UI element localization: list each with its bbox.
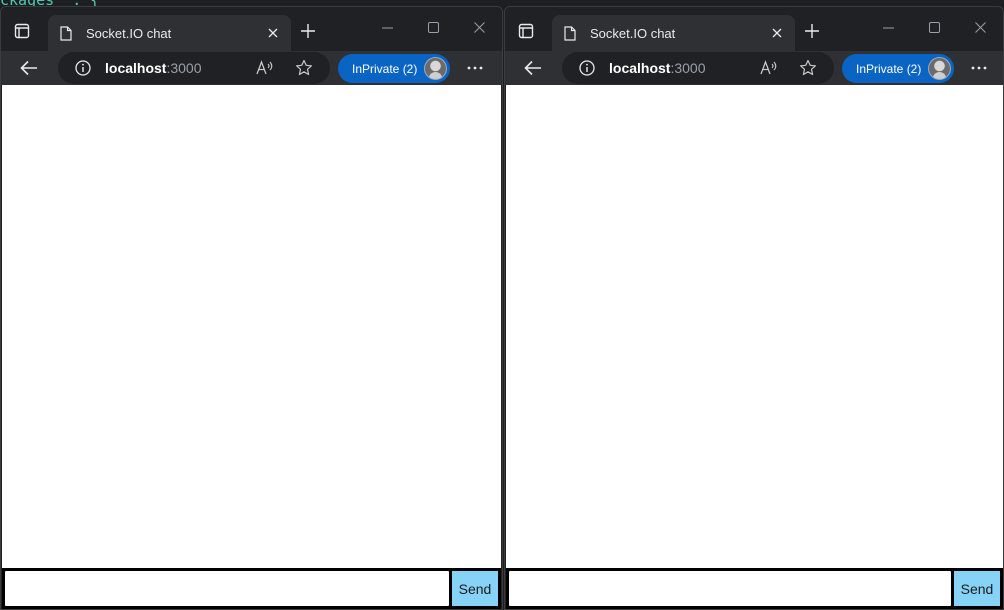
url-port: :3000 [166,60,202,76]
tab-title: Socket.IO chat [86,25,172,41]
page-icon [60,25,76,41]
profile-avatar [928,57,951,80]
inprivate-label: InPrivate (2) [856,61,922,76]
tab-actions-icon[interactable] [11,20,33,42]
favorite-star-icon[interactable] [797,58,819,78]
inprivate-button[interactable]: InPrivate (2) [842,54,954,83]
close-tab-icon[interactable] [769,25,785,41]
inprivate-button[interactable]: InPrivate (2) [338,54,450,83]
message-input[interactable] [509,571,951,606]
browser-window-right: Socket.IO chat localhost:3000 InPrivate … [504,6,1004,610]
title-bar: Socket.IO chat [505,7,1003,51]
more-options-icon[interactable] [463,57,487,79]
read-aloud-icon[interactable] [758,58,780,78]
read-aloud-icon[interactable] [254,58,276,78]
browser-tab[interactable]: Socket.IO chat [552,15,795,51]
info-icon[interactable] [75,59,93,77]
minimize-icon[interactable] [865,13,911,41]
url-host: localhost [105,60,167,76]
tab-title: Socket.IO chat [590,25,676,41]
close-window-icon[interactable] [456,13,502,41]
url-port: :3000 [670,60,706,76]
inprivate-label: InPrivate (2) [352,61,418,76]
send-button[interactable]: Send [452,571,498,606]
maximize-icon[interactable] [410,13,456,41]
browser-tab[interactable]: Socket.IO chat [48,15,291,51]
toolbar: localhost:3000 InPrivate (2) [1,51,502,85]
back-arrow-icon[interactable] [520,56,546,80]
new-tab-icon[interactable] [801,20,823,42]
maximize-icon[interactable] [911,13,957,41]
send-button[interactable]: Send [954,571,1000,606]
page-viewport: Send [506,85,1003,609]
minimize-icon[interactable] [364,13,410,41]
address-bar[interactable]: localhost:3000 [58,52,330,84]
close-window-icon[interactable] [957,13,1003,41]
page-icon [564,25,580,41]
window-controls [364,13,502,41]
toolbar: localhost:3000 InPrivate (2) [505,51,1003,85]
info-icon[interactable] [579,59,597,77]
profile-avatar [424,57,447,80]
new-tab-icon[interactable] [297,20,319,42]
message-input[interactable] [5,571,449,606]
title-bar: Socket.IO chat [1,7,502,51]
address-bar[interactable]: localhost:3000 [562,52,834,84]
chat-form: Send [2,568,501,609]
tab-actions-icon[interactable] [515,20,537,42]
browser-window-left: Socket.IO chat localhost:3000 InPrivate … [0,6,503,610]
url-text: localhost:3000 [105,60,202,76]
favorite-star-icon[interactable] [293,58,315,78]
more-options-icon[interactable] [967,57,991,79]
window-controls [865,13,1003,41]
close-tab-icon[interactable] [265,25,281,41]
messages-list [506,85,1003,565]
url-host: localhost [609,60,671,76]
messages-list [2,85,501,565]
page-viewport: Send [2,85,501,609]
chat-form: Send [506,568,1003,609]
back-arrow-icon[interactable] [16,56,42,80]
url-text: localhost:3000 [609,60,706,76]
